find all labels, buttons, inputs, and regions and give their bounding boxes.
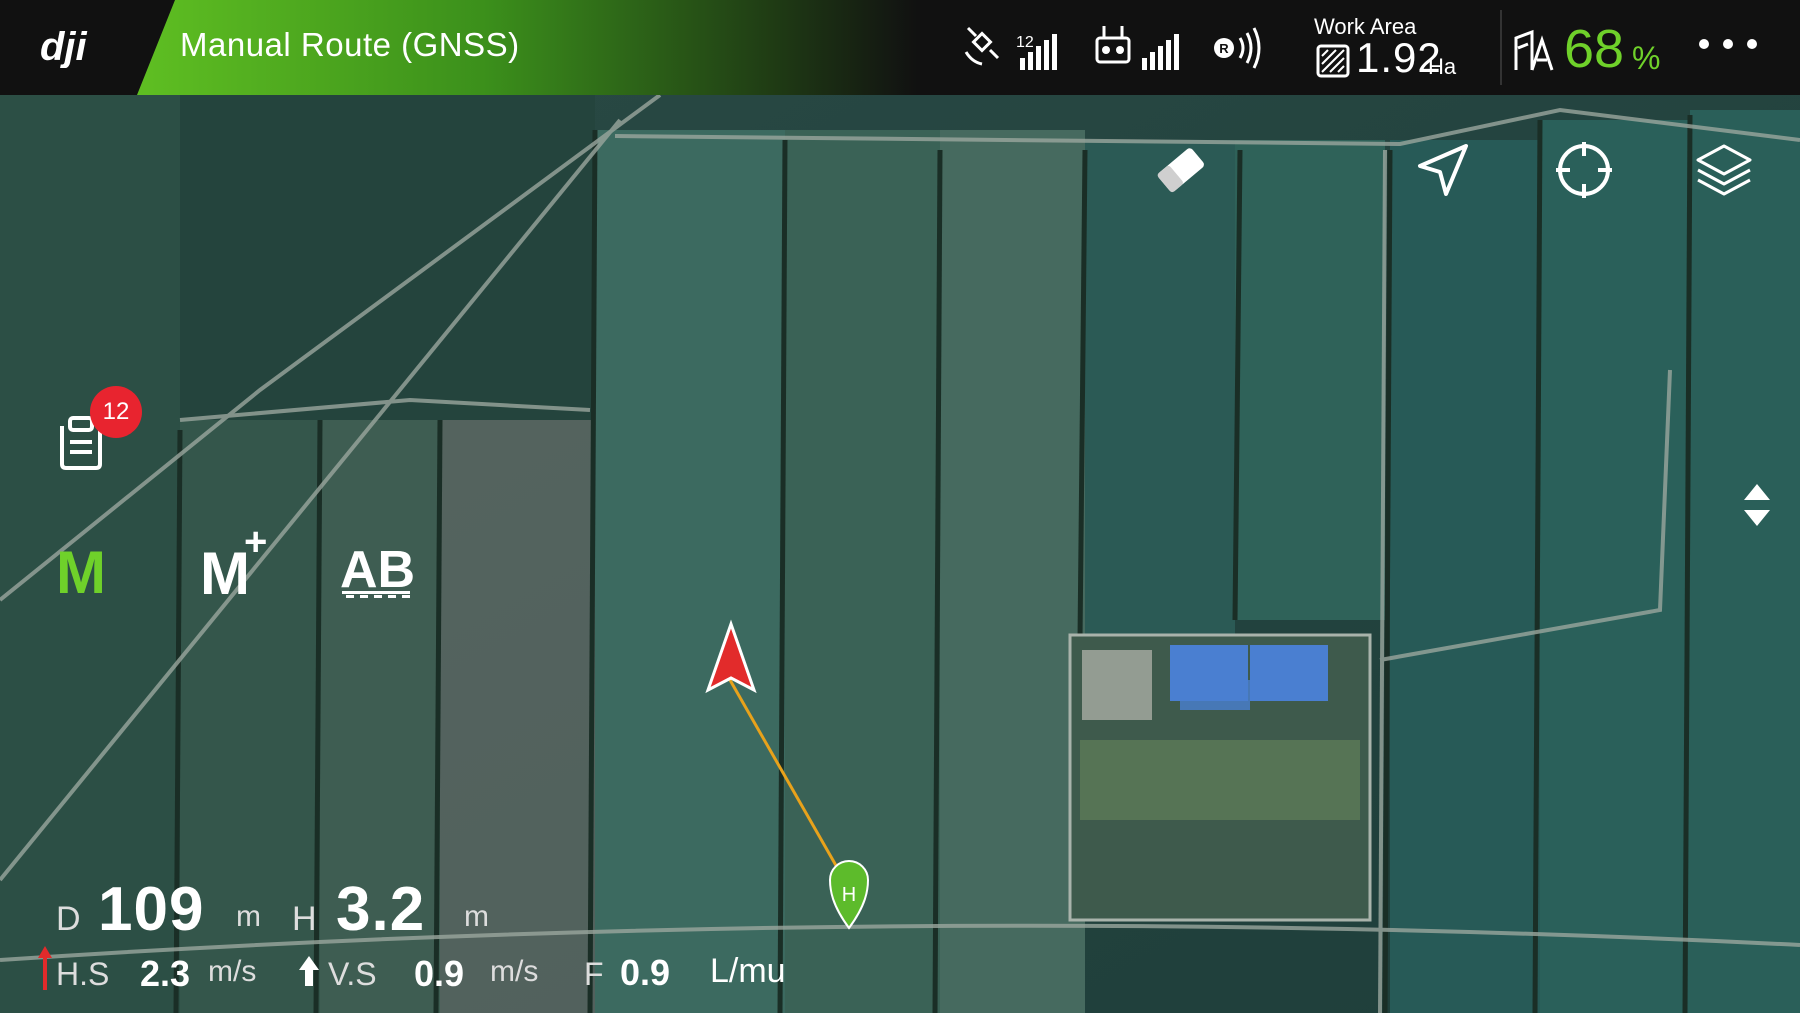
- top-bar: dji Manual Route (GNSS) 12 R Work Area 1…: [0, 0, 1800, 95]
- gnss-satellite-icon: [964, 26, 1000, 66]
- work-area-unit: Ha: [1428, 54, 1457, 79]
- battery-percent: 68: [1564, 19, 1625, 79]
- v-speed-value: 0.9: [414, 953, 465, 994]
- mode-manual-plus-sup: +: [243, 520, 268, 564]
- flow-value: 0.9: [620, 952, 671, 993]
- h-speed-label: H.S: [56, 956, 110, 992]
- flow-unit: L/mu: [710, 952, 786, 990]
- v-speed-up-arrow-icon: [299, 956, 319, 986]
- dji-logo[interactable]: dji: [40, 26, 115, 68]
- mode-manual-plus-label: M: [200, 540, 250, 607]
- satellite-map[interactable]: H: [0, 0, 1800, 1013]
- flow-label: F: [584, 956, 604, 992]
- header-divider: [1500, 10, 1502, 85]
- distance-value: 109: [98, 875, 205, 944]
- svg-text:dji: dji: [40, 26, 88, 68]
- ab-route-underline-icon: [342, 591, 410, 598]
- crosshair-icon[interactable]: [1554, 140, 1614, 200]
- eraser-icon[interactable]: [1151, 140, 1211, 200]
- svg-text:R: R: [1219, 41, 1229, 56]
- more-icon[interactable]: [1696, 34, 1760, 54]
- rc-signal-icon: [1095, 26, 1131, 64]
- h-speed-value: 2.3: [140, 953, 191, 994]
- rtk-status[interactable]: R: [1210, 22, 1266, 74]
- h-speed-unit: m/s: [208, 955, 257, 988]
- locate-arrow-icon[interactable]: [1412, 140, 1472, 200]
- mode-manual-plus-button[interactable]: M+: [200, 520, 273, 608]
- mode-title[interactable]: Manual Route (GNSS): [180, 26, 520, 64]
- home-point-label: H: [842, 884, 856, 906]
- heading-arrow-icon: [38, 946, 52, 990]
- expand-toggle-icon[interactable]: [1740, 482, 1774, 528]
- v-speed-unit: m/s: [490, 955, 539, 988]
- gnss-status[interactable]: 12: [962, 22, 1062, 74]
- gnss-signal-bars-icon: [1020, 34, 1057, 70]
- task-count-badge: 12: [90, 386, 142, 438]
- distance-label: D: [56, 900, 81, 938]
- height-value: 3.2: [336, 875, 426, 944]
- rtk-icon: R: [1214, 27, 1261, 69]
- height-label: H: [292, 900, 317, 938]
- v-speed-label: V.S: [328, 956, 377, 992]
- rc-status[interactable]: [1094, 22, 1184, 74]
- layers-icon[interactable]: [1694, 140, 1754, 200]
- rc-signal-bars-icon: [1142, 34, 1179, 70]
- distance-unit: m: [236, 900, 261, 933]
- mode-ab-button[interactable]: AB: [340, 540, 415, 610]
- work-area-icon: [1316, 44, 1350, 78]
- mode-manual-button[interactable]: M: [56, 538, 106, 608]
- height-unit: m: [464, 900, 489, 933]
- battery-unit: %: [1632, 40, 1661, 76]
- battery-icon: [1514, 29, 1554, 71]
